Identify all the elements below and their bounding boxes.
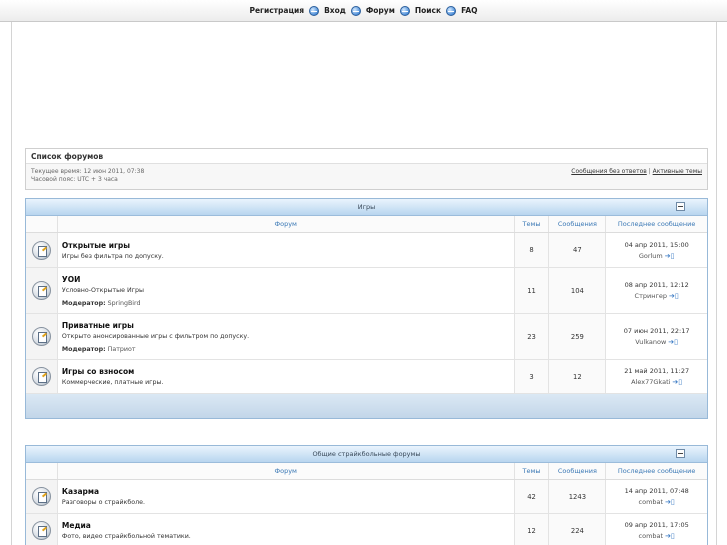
last-post-author-link[interactable]: Стрингер bbox=[635, 292, 667, 300]
posts-count: 12 bbox=[548, 360, 606, 393]
category-title: Игры bbox=[357, 203, 376, 211]
nav-search-link[interactable]: Поиск bbox=[415, 6, 441, 15]
forum-title-link[interactable]: УОИ bbox=[62, 275, 510, 284]
column-posts: Сообщения bbox=[548, 463, 605, 479]
last-post-date: 14 апр 2011, 07:48 bbox=[624, 487, 689, 495]
forum-title-link[interactable]: Казарма bbox=[62, 487, 510, 496]
posts-count: 224 bbox=[548, 514, 606, 545]
posts-count: 1243 bbox=[548, 480, 606, 513]
forum-read-icon bbox=[31, 281, 51, 300]
nav-register-link[interactable]: Регистрация bbox=[249, 6, 304, 15]
column-headers: Форум Темы Сообщения Последнее сообщение bbox=[26, 216, 707, 233]
last-post-date: 07 июн 2011, 22:17 bbox=[623, 327, 690, 335]
forum-description: Условно-Открытые Игры bbox=[61, 286, 144, 294]
topics-count: 3 bbox=[513, 360, 549, 393]
unanswered-posts-link[interactable]: Сообщения без ответов bbox=[571, 168, 647, 175]
collapse-icon[interactable] bbox=[676, 202, 685, 211]
forum-row: Медиа Фото, видео страйкбольной тематики… bbox=[26, 514, 707, 545]
moderator-link[interactable]: SpringBird bbox=[108, 300, 141, 307]
last-post-author-link[interactable]: Alex77Gkati bbox=[631, 378, 670, 386]
forum-title-link[interactable]: Игры со взносом bbox=[62, 367, 510, 376]
forum-description: Фото, видео страйкбольной тематики. bbox=[61, 533, 191, 540]
last-post-date: 04 апр 2011, 15:00 bbox=[624, 240, 689, 249]
column-last-post: Последнее сообщение bbox=[605, 216, 707, 232]
forum-row: УОИ Условно-Открытые Игры Модератор: Spr… bbox=[26, 268, 707, 314]
forum-title-link[interactable]: Приватные игры bbox=[62, 321, 510, 330]
category-block-games: Игры Форум Темы Сообщения Последнее сооб… bbox=[25, 198, 708, 419]
topics-count: 12 bbox=[513, 514, 549, 545]
forum-description: Коммерческие, платные игры. bbox=[61, 379, 164, 386]
nav-separator-icon bbox=[446, 5, 457, 16]
goto-last-post-icon[interactable]: ➔▯ bbox=[665, 532, 675, 540]
column-last-post: Последнее сообщение bbox=[605, 463, 707, 479]
last-post-author-link[interactable]: Vulkanow bbox=[635, 338, 666, 346]
forum-description: Разговоры о страйкболе. bbox=[61, 499, 145, 506]
forum-description: Игры без фильтра по допуску. bbox=[61, 252, 164, 260]
nav-login-link[interactable]: Вход bbox=[324, 6, 346, 15]
column-forum: Форум bbox=[56, 463, 514, 479]
timezone: Часовой пояс: UTC + 3 часа bbox=[31, 176, 118, 183]
posts-count: 259 bbox=[548, 314, 606, 359]
last-post-date: 21 май 2011, 11:27 bbox=[624, 367, 690, 375]
forum-title-link[interactable]: Открытые игры bbox=[62, 241, 510, 250]
posts-count: 104 bbox=[548, 268, 606, 313]
forum-row: Приватные игры Открыто анонсированные иг… bbox=[26, 314, 707, 360]
forum-list-header: Список форумов Текущее время: 12 июн 201… bbox=[25, 148, 708, 190]
nav-separator-icon bbox=[309, 5, 320, 16]
column-headers: Форум Темы Сообщения Последнее сообщение bbox=[26, 463, 707, 480]
category-block-general: Общие страйкбольные форумы Форум Темы Со… bbox=[25, 445, 708, 545]
active-topics-link[interactable]: Активные темы bbox=[653, 168, 702, 175]
last-post-author-link[interactable]: combat bbox=[639, 498, 664, 506]
topics-count: 11 bbox=[513, 268, 549, 313]
time-info: Текущее время: 12 июн 2011, 07:38 Часово… bbox=[31, 168, 144, 184]
forum-row: Игры со взносом Коммерческие, платные иг… bbox=[26, 360, 707, 394]
column-topics: Темы bbox=[513, 463, 549, 479]
forum-read-icon bbox=[31, 487, 51, 506]
nav-forum-link[interactable]: Форум bbox=[366, 6, 395, 15]
column-topics: Темы bbox=[513, 216, 549, 232]
goto-last-post-icon[interactable]: ➔▯ bbox=[665, 498, 675, 506]
category-title: Общие страйкбольные форумы bbox=[312, 450, 421, 458]
top-navigation: Регистрация Вход Форум Поиск FAQ bbox=[0, 0, 727, 22]
goto-last-post-icon[interactable]: ➔▯ bbox=[665, 252, 675, 260]
category-footer bbox=[26, 394, 707, 418]
column-forum: Форум bbox=[56, 216, 514, 232]
collapse-icon[interactable] bbox=[676, 449, 685, 458]
forum-title-link[interactable]: Медиа bbox=[62, 521, 510, 530]
posts-count: 47 bbox=[548, 233, 606, 267]
last-post-author-link[interactable]: Gorlum bbox=[639, 252, 663, 260]
moderator-link[interactable]: Патриот bbox=[108, 346, 136, 353]
goto-last-post-icon[interactable]: ➔▯ bbox=[672, 378, 682, 386]
topics-count: 8 bbox=[513, 233, 549, 267]
moderator-line: Модератор: SpringBird bbox=[61, 299, 141, 307]
category-header: Игры bbox=[26, 199, 707, 216]
nav-separator-icon bbox=[399, 5, 410, 16]
forum-row: Казарма Разговоры о страйкболе. 42 1243 … bbox=[26, 480, 707, 514]
quick-links: Сообщения без ответов | Активные темы bbox=[571, 168, 702, 184]
forum-row: Открытые игры Игры без фильтра по допуск… bbox=[26, 233, 707, 268]
column-posts: Сообщения bbox=[548, 216, 605, 232]
forum-list-title: Список форумов bbox=[26, 149, 707, 164]
last-post-date: 08 апр 2011, 12:12 bbox=[624, 281, 689, 289]
forum-read-icon bbox=[31, 240, 51, 260]
moderator-line: Модератор: Патриот bbox=[61, 345, 136, 353]
forum-read-icon bbox=[31, 327, 51, 346]
last-post-author-link[interactable]: combat bbox=[639, 532, 664, 540]
forum-description: Открыто анонсированные игры с фильтром п… bbox=[61, 332, 250, 340]
topics-count: 23 bbox=[513, 314, 549, 359]
forum-read-icon bbox=[31, 521, 51, 540]
goto-last-post-icon[interactable]: ➔▯ bbox=[669, 292, 679, 300]
last-post-date: 09 апр 2011, 17:05 bbox=[624, 521, 689, 529]
goto-last-post-icon[interactable]: ➔▯ bbox=[668, 338, 678, 346]
category-header: Общие страйкбольные форумы bbox=[26, 446, 707, 463]
nav-separator-icon bbox=[350, 5, 361, 16]
topics-count: 42 bbox=[513, 480, 549, 513]
nav-faq-link[interactable]: FAQ bbox=[461, 6, 477, 15]
current-time: Текущее время: 12 июн 2011, 07:38 bbox=[31, 168, 145, 175]
forum-read-icon bbox=[31, 367, 51, 386]
